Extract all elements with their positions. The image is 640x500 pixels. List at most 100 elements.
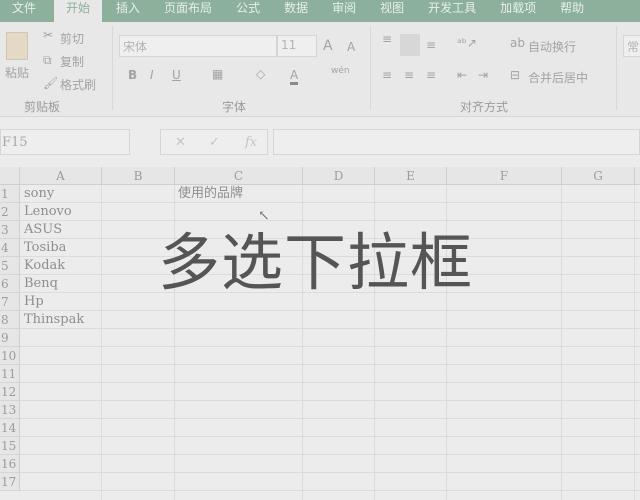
- row-header-1[interactable]: 1: [0, 185, 20, 203]
- underline-button[interactable]: U: [172, 68, 181, 82]
- row-header-6[interactable]: 6: [0, 275, 20, 293]
- insert-function-button[interactable]: fx: [245, 135, 257, 150]
- column-header-c[interactable]: C: [175, 167, 303, 185]
- copy-button[interactable]: 复制: [60, 53, 84, 70]
- align-right-icon[interactable]: ≡: [426, 68, 436, 82]
- row-header-14[interactable]: 14: [0, 419, 20, 437]
- bold-button[interactable]: B: [128, 68, 137, 82]
- italic-button[interactable]: I: [150, 68, 154, 82]
- gridline: [20, 364, 640, 365]
- tab-addins[interactable]: 加载项: [488, 0, 548, 22]
- enter-button[interactable]: ✓: [209, 135, 220, 150]
- align-top-icon[interactable]: ≡: [382, 32, 392, 46]
- paste-button[interactable]: 粘贴: [5, 64, 29, 81]
- paste-icon[interactable]: [6, 32, 28, 60]
- gridline: [20, 472, 640, 473]
- align-middle-icon[interactable]: [400, 34, 420, 56]
- column-header[interactable]: [635, 167, 640, 185]
- cancel-button[interactable]: ✕: [175, 135, 186, 150]
- row-header-8[interactable]: 8: [0, 311, 20, 329]
- gridline: [20, 418, 640, 419]
- cell-a3[interactable]: ASUS: [24, 221, 62, 239]
- gridline: [561, 185, 562, 500]
- wrap-text-button[interactable]: 自动换行: [528, 38, 576, 55]
- orientation-icon[interactable]: ᵃᵇ↗: [457, 36, 477, 50]
- cell-a4[interactable]: Tosiba: [24, 239, 66, 257]
- gridline: [20, 328, 640, 329]
- formula-input[interactable]: [273, 129, 640, 155]
- align-bottom-icon[interactable]: ≡: [426, 38, 436, 52]
- row-header-5[interactable]: 5: [0, 257, 20, 275]
- row-header-11[interactable]: 11: [0, 365, 20, 383]
- tab-file[interactable]: 文件: [0, 0, 48, 22]
- row-header-4[interactable]: 4: [0, 239, 20, 257]
- number-format-select[interactable]: 常: [623, 35, 640, 57]
- gridline: [20, 454, 640, 455]
- increase-indent-icon[interactable]: ⇥: [478, 68, 488, 82]
- gridline: [101, 185, 102, 500]
- border-icon[interactable]: ▦: [212, 67, 223, 81]
- divider: [112, 26, 113, 110]
- gridline: [20, 400, 640, 401]
- font-color-button[interactable]: A: [290, 68, 299, 85]
- row-header-10[interactable]: 10: [0, 347, 20, 365]
- tab-insert[interactable]: 插入: [104, 0, 152, 22]
- cell-a7[interactable]: Hp: [24, 293, 44, 311]
- cell-a2[interactable]: Lenovo: [24, 203, 72, 221]
- row-header-3[interactable]: 3: [0, 221, 20, 239]
- cut-button[interactable]: 剪切: [60, 30, 84, 47]
- tab-page-layout[interactable]: 页面布局: [152, 0, 224, 22]
- row-header-2[interactable]: 2: [0, 203, 20, 221]
- row-header-16[interactable]: 16: [0, 455, 20, 473]
- row-header-9[interactable]: 9: [0, 329, 20, 347]
- align-left-icon[interactable]: ≡: [382, 68, 392, 82]
- row-header-17[interactable]: 17: [0, 473, 20, 491]
- tab-data[interactable]: 数据: [272, 0, 320, 22]
- cell-a5[interactable]: Kodak: [24, 257, 65, 275]
- cell-a8[interactable]: Thinspak: [24, 311, 84, 329]
- gridline: [20, 490, 640, 491]
- tab-formulas[interactable]: 公式: [224, 0, 272, 22]
- tab-help[interactable]: 帮助: [548, 0, 596, 22]
- column-header-a[interactable]: A: [20, 167, 102, 185]
- row-header-7[interactable]: 7: [0, 293, 20, 311]
- scissors-icon: ✂: [43, 28, 54, 42]
- column-header-e[interactable]: E: [375, 167, 447, 185]
- phonetic-button[interactable]: wén: [331, 66, 350, 76]
- font-name-select[interactable]: 宋体: [119, 35, 277, 57]
- cell-a6[interactable]: Benq: [24, 275, 58, 293]
- shrink-font-button[interactable]: A: [347, 40, 355, 54]
- select-all-corner[interactable]: [0, 167, 20, 185]
- row-header-13[interactable]: 13: [0, 401, 20, 419]
- gridline: [20, 382, 640, 383]
- gridline: [20, 346, 640, 347]
- column-header-f[interactable]: F: [447, 167, 562, 185]
- tab-home[interactable]: 开始: [54, 0, 103, 22]
- format-painter-button[interactable]: 格式刷: [60, 76, 96, 93]
- column-header-b[interactable]: B: [102, 167, 175, 185]
- row-header-12[interactable]: 12: [0, 383, 20, 401]
- wrap-text-icon: ab: [510, 36, 525, 50]
- cell-a1[interactable]: sony: [24, 185, 54, 203]
- tab-developer[interactable]: 开发工具: [416, 0, 488, 22]
- cell-c1[interactable]: 使用的品牌: [178, 185, 243, 203]
- gridline: [20, 436, 640, 437]
- tab-review[interactable]: 审阅: [320, 0, 368, 22]
- tab-view[interactable]: 视图: [368, 0, 416, 22]
- column-header-g[interactable]: G: [562, 167, 635, 185]
- align-center-icon[interactable]: ≡: [404, 68, 414, 82]
- ribbon: 粘贴 ✂ 剪切 ⧉ 复制 🖌 格式刷 剪贴板 宋体 11 A A B I U ▦…: [0, 22, 640, 117]
- divider: [616, 26, 617, 110]
- fill-color-icon[interactable]: ◇: [256, 67, 265, 81]
- name-box[interactable]: F15: [0, 129, 130, 155]
- copy-icon: ⧉: [43, 53, 52, 67]
- font-size-select[interactable]: 11: [277, 35, 317, 57]
- row-header-15[interactable]: 15: [0, 437, 20, 455]
- decrease-indent-icon[interactable]: ⇤: [457, 68, 467, 82]
- grow-font-button[interactable]: A: [323, 38, 333, 54]
- merge-center-button[interactable]: 合并后居中: [528, 69, 588, 86]
- gridline: [634, 185, 635, 500]
- divider: [370, 26, 371, 110]
- column-header-d[interactable]: D: [303, 167, 375, 185]
- font-group-label: 字体: [222, 100, 247, 114]
